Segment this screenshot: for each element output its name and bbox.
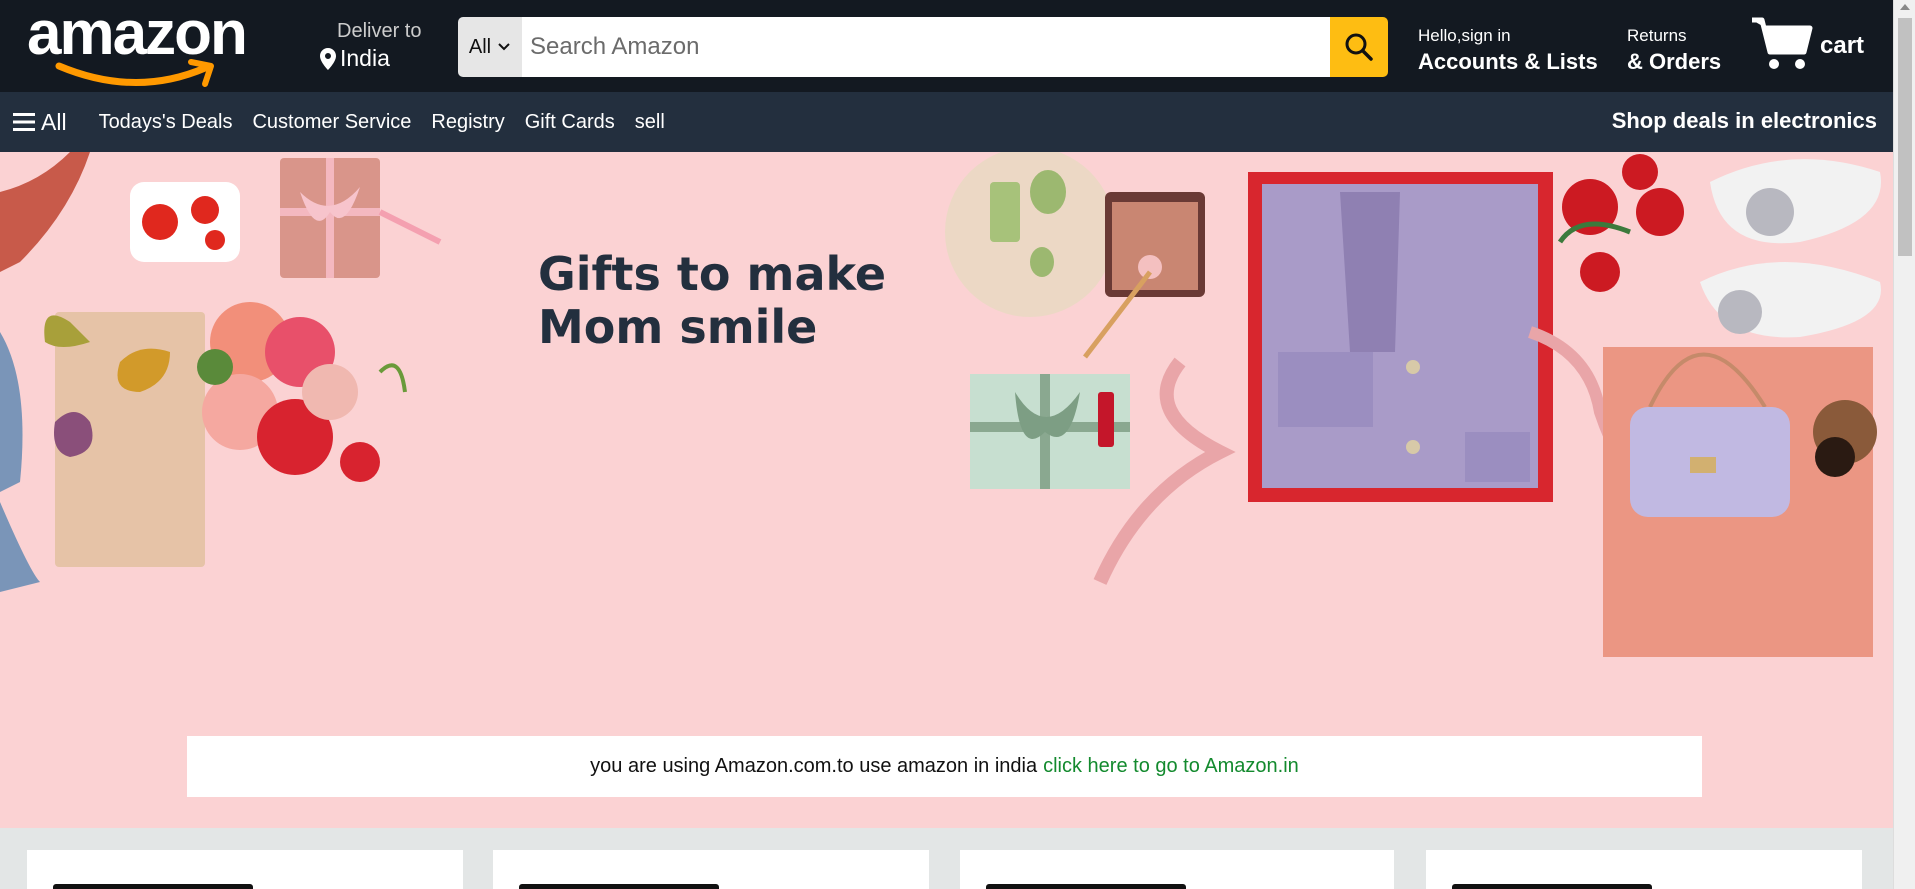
nav-link-registry[interactable]: Registry [431,111,504,134]
all-menu-label: All [41,108,67,135]
cart-button[interactable]: cart [1750,14,1864,72]
hero-headline-line1: Gifts to make [538,247,887,301]
logo-smile-arrow-icon [55,59,214,87]
deliver-label: Deliver to [337,20,422,42]
card-title-placeholder [53,884,253,889]
top-navbar: amazon Deliver to India All Search Amazo… [0,0,1893,92]
product-card[interactable] [1426,850,1862,889]
scroll-up-arrow-icon[interactable] [1900,4,1910,10]
nav-link-customer-service[interactable]: Customer Service [252,111,411,134]
secondary-navbar: All Todays's Deals Customer Service Regi… [0,92,1893,152]
hero-banner[interactable]: Gifts to make Mom smile you are using Am… [0,152,1893,828]
vertical-scrollbar[interactable] [1893,0,1915,889]
orders-label: & Orders [1627,49,1722,74]
hero-headline: Gifts to make Mom smile [538,248,958,354]
product-card[interactable] [27,850,463,889]
account-greeting: Hello,sign in [1418,26,1511,45]
hero-headline-line2: Mom smile [538,300,818,354]
locale-notice-banner: you are using Amazon.com.to use amazon i… [187,736,1702,797]
search-bar: All [458,17,1388,77]
amazon-logo[interactable]: amazon [25,0,290,90]
shop-electronics-deals-link[interactable]: Shop deals in electronics [1612,108,1877,134]
all-menu-button[interactable]: All [13,109,67,136]
cart-label: cart [1820,32,1865,59]
product-card[interactable] [960,850,1394,889]
search-input[interactable] [530,33,1330,61]
card-title-placeholder [986,884,1186,889]
go-to-amazon-in-link[interactable]: click here to go to Amazon.in [1043,755,1299,778]
product-card[interactable] [493,850,929,889]
chevron-down-icon [498,43,510,51]
product-cards-row [0,828,1893,889]
deliver-location: India [340,45,390,71]
account-label: Accounts & Lists [1418,49,1598,74]
search-category-label: All [468,35,492,58]
returns-label: Returns [1627,26,1687,45]
nav-link-gift-cards[interactable]: Gift Cards [525,111,615,134]
card-title-placeholder [1452,884,1652,889]
cart-icon [1752,17,1813,69]
search-icon [1345,33,1373,61]
nav-link-todays-deals[interactable]: Todays's Deals [99,111,233,134]
search-category-select[interactable]: All [458,17,522,77]
account-lists[interactable]: Hello,sign in Accounts & Lists [1418,26,1598,75]
card-title-placeholder [519,884,719,889]
nav-link-sell[interactable]: sell [635,111,665,134]
location-pin-icon [320,47,336,70]
returns-orders[interactable]: Returns & Orders [1627,26,1721,75]
hamburger-menu-icon [13,113,35,131]
scrollbar-thumb[interactable] [1898,18,1912,256]
deliver-to[interactable]: Deliver to India [320,20,440,72]
locale-notice-text: you are using Amazon.com.to use amazon i… [590,755,1038,777]
search-button[interactable] [1330,17,1388,77]
